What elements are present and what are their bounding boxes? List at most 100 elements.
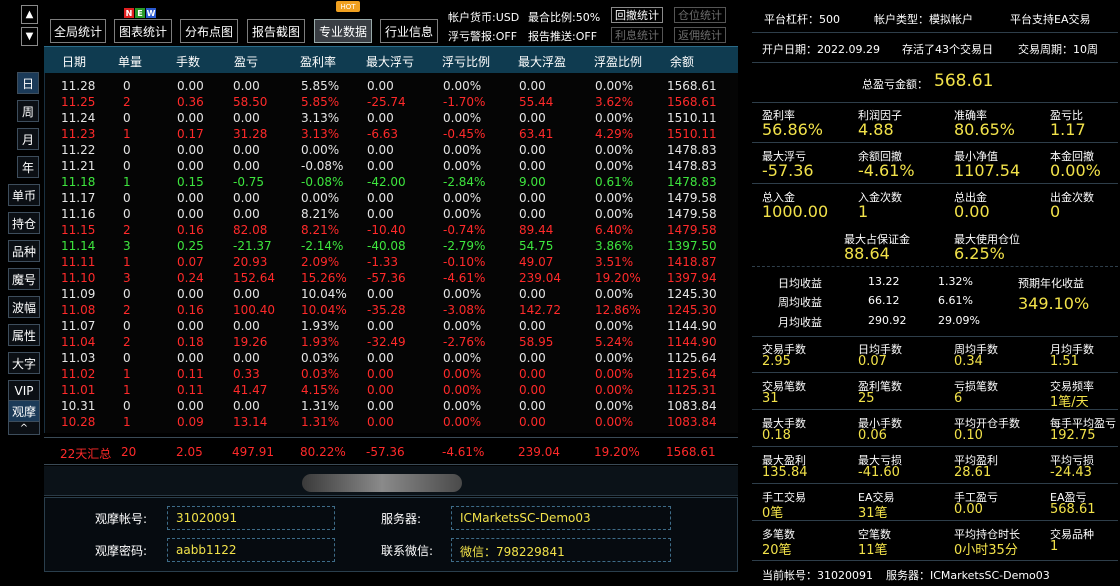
wechat-field[interactable]: 微信：798229841: [451, 538, 671, 562]
table-row[interactable]: 11.18 1 0.15 -0.75 -0.08% -42.00 -2.84% 9.00 0.6…: [45, 175, 739, 191]
stat-value: -24.43: [1050, 465, 1092, 480]
nav-symbols[interactable]: 品种: [8, 240, 40, 262]
chart-stats-button[interactable]: 图表统计: [114, 19, 172, 43]
table-row[interactable]: 10.28 1 0.09 13.14 1.31% 0.00 0.00% 0.00 0.00% 10…: [45, 415, 739, 431]
password-field[interactable]: aabb1122: [167, 538, 335, 562]
cell-max-float-loss: -42.00: [367, 175, 406, 189]
nav-positions[interactable]: 持仓: [8, 212, 40, 234]
cell-pl: 0.00: [233, 79, 260, 93]
nav-month[interactable]: 月: [17, 128, 39, 150]
stat-value: 80.65%: [954, 120, 1016, 139]
cell-float-profit-ratio: 4.29%: [595, 127, 634, 141]
interest-stats-button[interactable]: 利息统计: [611, 27, 663, 43]
cell-orders: 2: [123, 95, 131, 109]
margin-section: 最大占保证金 88.64 最大使用仓位 6.25%: [752, 226, 1118, 266]
table-row[interactable]: 11.03 0 0.00 0.00 0.03% 0.00 0.00% 0.00 0.00% 112…: [45, 351, 739, 367]
table-row[interactable]: 11.15 2 0.16 82.08 8.21% -10.40 -0.74% 89.44 6.4…: [45, 223, 739, 239]
scroll-up-button[interactable]: ▲: [21, 5, 38, 24]
table-row[interactable]: 11.21 0 0.00 0.00 -0.08% 0.00 0.00% 0.00 0.00% 14…: [45, 159, 739, 175]
table-row[interactable]: 11.28 0 0.00 0.00 5.85% 0.00 0.00% 0.00 0.00% 156…: [45, 79, 739, 95]
col-pl[interactable]: 盈亏: [234, 53, 258, 70]
stat-value: 0.10: [954, 428, 983, 443]
weekly-avg-pct: 6.61%: [938, 294, 973, 307]
col-max-float-profit[interactable]: 最大浮盈: [518, 53, 566, 70]
table-row[interactable]: 11.04 2 0.18 19.26 1.93% -32.49 -2.76% 58.95 5.2…: [45, 335, 739, 351]
cell-pl: 41.47: [233, 383, 268, 397]
cell-float-profit-ratio: 3.62%: [595, 95, 634, 109]
nav-year[interactable]: 年: [17, 156, 39, 178]
nav-vip[interactable]: VIP: [8, 380, 40, 402]
cell-max-float-profit: 0.00: [519, 399, 546, 413]
distribution-chart-button[interactable]: 分布点图: [180, 19, 238, 43]
nav-volatility[interactable]: 波幅: [8, 296, 40, 318]
table-row[interactable]: 11.25 2 0.36 58.50 5.85% -25.74 -1.70% 55.44 3.6…: [45, 95, 739, 111]
drawdown-stats-button[interactable]: 回撤统计: [611, 7, 663, 23]
table-row[interactable]: 10.31 0 0.00 0.00 1.31% 0.00 0.00% 0.00 0.00% 108…: [45, 399, 739, 415]
col-max-float-loss[interactable]: 最大浮亏: [366, 53, 414, 70]
collapse-button[interactable]: ^: [8, 421, 40, 435]
col-float-loss-ratio[interactable]: 浮亏比例: [442, 53, 490, 70]
table-row[interactable]: 11.14 3 0.25 -21.37 -2.14% -40.08 -2.79% 54.75 3…: [45, 239, 739, 255]
col-orders[interactable]: 单量: [118, 53, 142, 70]
cell-profit-rate: 4.15%: [301, 383, 340, 397]
cell-max-float-profit: 142.72: [519, 303, 561, 317]
cell-float-loss-ratio: 0.00%: [443, 287, 482, 301]
nav-attributes[interactable]: 属性: [8, 324, 40, 346]
total-pl-value: 568.61: [934, 71, 994, 91]
scroll-down-button[interactable]: ▼: [21, 27, 38, 46]
col-profit-rate[interactable]: 盈利率: [300, 53, 336, 70]
col-lots[interactable]: 手数: [176, 53, 200, 70]
table-row[interactable]: 11.09 0 0.00 0.00 10.04% 0.00 0.00% 0.00 0.00% 12…: [45, 287, 739, 303]
table-row[interactable]: 11.24 0 0.00 0.00 3.13% 0.00 0.00% 0.00 0.00% 151…: [45, 111, 739, 127]
cell-max-float-loss: -35.28: [367, 303, 406, 317]
industry-info-button[interactable]: 行业信息: [380, 19, 438, 43]
cell-date: 11.25: [61, 95, 96, 109]
summary-max-float-profit: 239.04: [518, 445, 560, 459]
stat-value: -4.61%: [858, 161, 915, 180]
nav-week[interactable]: 周: [17, 100, 39, 122]
stat-value: -41.60: [858, 465, 900, 480]
cell-max-float-profit: 0.00: [519, 159, 546, 173]
rebate-stats-button[interactable]: 返佣统计: [674, 27, 726, 43]
table-row[interactable]: 11.01 1 0.11 41.47 4.15% 0.00 0.00% 0.00 0.00% 11…: [45, 383, 739, 399]
table-row[interactable]: 11.23 1 0.17 31.28 3.13% -6.63 -0.45% 63.41 4.29…: [45, 127, 739, 143]
table-row[interactable]: 11.02 1 0.11 0.33 0.03% 0.00 0.00% 0.00 0.00% 112…: [45, 367, 739, 383]
cell-float-profit-ratio: 6.40%: [595, 223, 634, 237]
table-row[interactable]: 11.22 0 0.00 0.00 0.00% 0.00 0.00% 0.00 0.00% 147…: [45, 143, 739, 159]
stat-value: 0.34: [954, 354, 983, 369]
col-balance[interactable]: 余额: [670, 53, 694, 70]
report-screenshot-button[interactable]: 报告截图: [247, 19, 305, 43]
cell-profit-rate: 1.31%: [301, 415, 340, 429]
cell-max-float-profit: 0.00: [519, 415, 546, 429]
table-row[interactable]: 11.17 0 0.00 0.00 0.00% 0.00 0.00% 0.00 0.00% 147…: [45, 191, 739, 207]
table-row[interactable]: 11.11 1 0.07 20.93 2.09% -1.33 -0.10% 49.07 3.51…: [45, 255, 739, 271]
cell-orders: 2: [123, 335, 131, 349]
cell-float-loss-ratio: -2.76%: [443, 335, 486, 349]
weekly-avg-label: 周均收益: [778, 296, 822, 309]
account-field[interactable]: 31020091: [167, 506, 335, 530]
server-field[interactable]: ICMarketsSC-Demo03: [451, 506, 671, 530]
nav-magic-number[interactable]: 魔号: [8, 268, 40, 290]
global-stats-button[interactable]: 全局统计: [50, 19, 106, 43]
pro-data-button[interactable]: 专业数据: [314, 19, 372, 43]
ea-support: 平台支持EA交易: [1010, 13, 1091, 26]
nav-large-font[interactable]: 大字: [8, 352, 40, 374]
cell-balance: 1144.90: [667, 319, 717, 333]
trade-stats-grid: 交易手数 2.95 日均手数 0.07 周均手数 0.34 月均手数 1.51 交易笔数 31 盈利…: [752, 336, 1118, 560]
cell-date: 11.24: [61, 111, 96, 125]
nav-single-currency[interactable]: 单币: [8, 184, 40, 206]
position-stats-button[interactable]: 仓位统计: [674, 7, 726, 23]
nav-observe[interactable]: 观摩: [8, 400, 40, 422]
table-row[interactable]: 11.07 0 0.00 0.00 1.93% 0.00 0.00% 0.00 0.00% 114…: [45, 319, 739, 335]
cell-orders: 0: [123, 111, 131, 125]
table-row[interactable]: 11.10 3 0.24 152.64 15.26% -57.36 -4.61% 239.04…: [45, 271, 739, 287]
cell-profit-rate: 0.03%: [301, 351, 340, 365]
col-float-profit-ratio[interactable]: 浮盈比例: [594, 53, 642, 70]
table-row[interactable]: 11.16 0 0.00 0.00 8.21% 0.00 0.00% 0.00 0.00% 147…: [45, 207, 739, 223]
table-header: 日期 单量 手数 盈亏 盈利率 最大浮亏 浮亏比例 最大浮盈 浮盈比例 余额: [44, 46, 738, 73]
cell-profit-rate: 1.93%: [301, 335, 340, 349]
col-date[interactable]: 日期: [62, 53, 86, 70]
cell-float-loss-ratio: 0.00%: [443, 367, 482, 381]
nav-day[interactable]: 日: [17, 72, 39, 94]
table-row[interactable]: 11.08 2 0.16 100.40 10.04% -35.28 -3.08% 142.72…: [45, 303, 739, 319]
